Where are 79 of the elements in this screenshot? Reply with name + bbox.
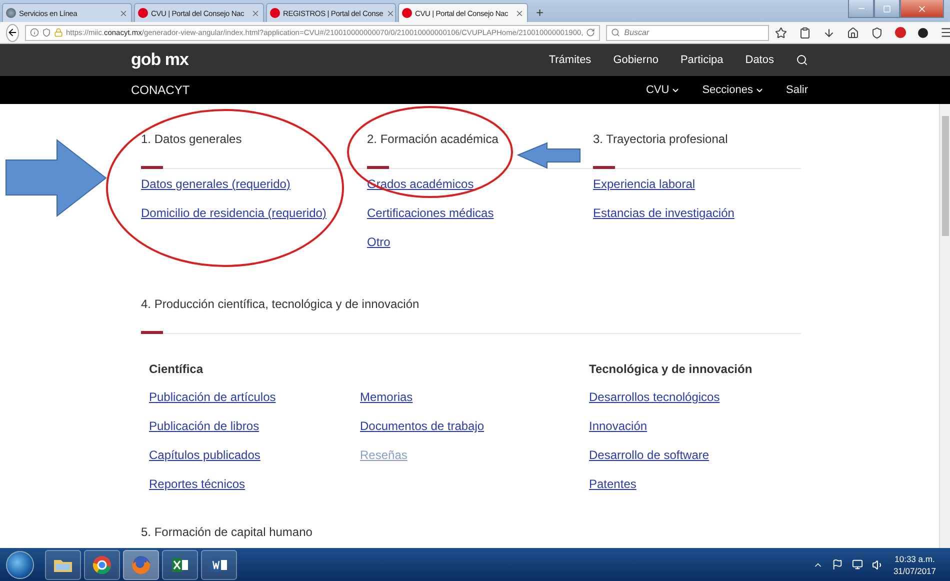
nav-link[interactable]: Participa bbox=[680, 54, 724, 66]
site-icon bbox=[138, 8, 148, 18]
maximize-icon bbox=[883, 4, 891, 12]
spreadsheet-icon bbox=[171, 556, 189, 574]
browser-icon bbox=[131, 554, 151, 574]
section-link[interactable]: Documentos de trabajo bbox=[360, 419, 484, 433]
nav-link[interactable]: Datos bbox=[745, 54, 774, 66]
clipboard-icon[interactable] bbox=[799, 26, 812, 38]
start-button[interactable] bbox=[6, 550, 34, 578]
section-link[interactable]: Innovación bbox=[589, 419, 648, 433]
section-link[interactable]: Otro bbox=[367, 235, 390, 249]
shield-icon bbox=[42, 28, 51, 37]
section-link[interactable]: Desarrollos tecnológicos bbox=[589, 390, 720, 404]
annotation-arrow bbox=[516, 142, 580, 169]
section-link[interactable]: Patentes bbox=[589, 477, 636, 491]
maximize-button[interactable] bbox=[874, 0, 900, 18]
new-tab-button[interactable]: + bbox=[530, 5, 550, 22]
section-link[interactable]: Estancias de investigación bbox=[593, 206, 734, 220]
home-icon[interactable] bbox=[847, 26, 860, 38]
section-title: 4. Producción científica, tecnológica y de innovación bbox=[141, 296, 420, 311]
taskbar-app[interactable] bbox=[123, 550, 159, 580]
section-link[interactable]: Publicación de artículos bbox=[149, 390, 276, 404]
scrollbar[interactable] bbox=[939, 104, 950, 548]
site-icon bbox=[270, 8, 280, 18]
menu-link[interactable]: Secciones bbox=[702, 84, 764, 96]
download-icon[interactable] bbox=[823, 26, 836, 38]
nav-link[interactable]: Trámites bbox=[548, 54, 592, 66]
search-field[interactable]: Buscar bbox=[606, 24, 770, 40]
back-button[interactable] bbox=[6, 24, 19, 42]
section-title: 2. Formación académica bbox=[367, 131, 500, 146]
section-link[interactable]: Domicilio de residencia (requerido) bbox=[141, 206, 326, 220]
back-icon bbox=[7, 27, 18, 38]
flag-icon[interactable] bbox=[832, 559, 844, 570]
network-icon[interactable] bbox=[852, 559, 864, 570]
taskbar-app[interactable] bbox=[84, 550, 120, 580]
section-link[interactable]: Datos generales (requerido) bbox=[141, 177, 290, 191]
taskbar-app[interactable] bbox=[45, 550, 81, 580]
section-title: 5. Formación de capital humano bbox=[141, 524, 314, 539]
lock-icon bbox=[54, 28, 63, 37]
group-heading: Tecnológica y de innovación bbox=[589, 362, 754, 376]
close-icon[interactable] bbox=[251, 8, 260, 18]
close-icon bbox=[917, 4, 927, 14]
search-input[interactable]: Buscar bbox=[624, 28, 764, 37]
adblock-icon[interactable] bbox=[895, 27, 906, 38]
document-icon bbox=[210, 556, 228, 574]
site-icon bbox=[402, 8, 412, 18]
menu-link[interactable]: Salir bbox=[786, 84, 808, 96]
close-icon[interactable] bbox=[386, 8, 396, 18]
info-icon bbox=[30, 28, 39, 37]
close-button[interactable] bbox=[900, 0, 944, 18]
taskbar-app[interactable] bbox=[162, 550, 198, 580]
close-icon[interactable] bbox=[119, 8, 128, 18]
section-link[interactable]: Capítulos publicados bbox=[149, 448, 260, 462]
globe-icon bbox=[6, 8, 16, 18]
star-icon[interactable] bbox=[775, 26, 788, 38]
section-link[interactable]: Publicación de libros bbox=[149, 419, 260, 433]
browser-icon bbox=[92, 554, 112, 574]
shield-icon[interactable] bbox=[871, 26, 884, 38]
menu-link[interactable]: CVU bbox=[646, 84, 680, 96]
section-link[interactable]: Reportes técnicos bbox=[149, 477, 246, 491]
nav-link[interactable]: Gobierno bbox=[613, 54, 658, 66]
section-link[interactable]: Certificaciones médicas bbox=[367, 206, 494, 220]
site-logo[interactable]: gob mx bbox=[131, 50, 188, 70]
section-title: 1. Datos generales bbox=[141, 131, 243, 146]
search-icon bbox=[611, 28, 620, 37]
section-link[interactable]: Experiencia laboral bbox=[593, 177, 696, 191]
section-title: 3. Trayectoria profesional bbox=[593, 131, 729, 146]
extension-icon[interactable] bbox=[918, 28, 928, 38]
group-heading: Científica bbox=[149, 362, 204, 376]
close-icon[interactable] bbox=[515, 8, 524, 18]
section-link[interactable]: Desarrollo de software bbox=[589, 448, 710, 462]
minimize-button[interactable] bbox=[848, 0, 874, 18]
search-icon[interactable] bbox=[796, 54, 808, 66]
reload-icon[interactable] bbox=[586, 28, 596, 37]
site-title: CONACYT bbox=[131, 83, 190, 97]
clock[interactable]: 10:33 a.m. 31/07/2017 bbox=[893, 554, 936, 576]
taskbar-app[interactable] bbox=[201, 550, 237, 580]
menu-icon[interactable] bbox=[940, 26, 950, 39]
section-link[interactable]: Memorias bbox=[360, 390, 413, 404]
